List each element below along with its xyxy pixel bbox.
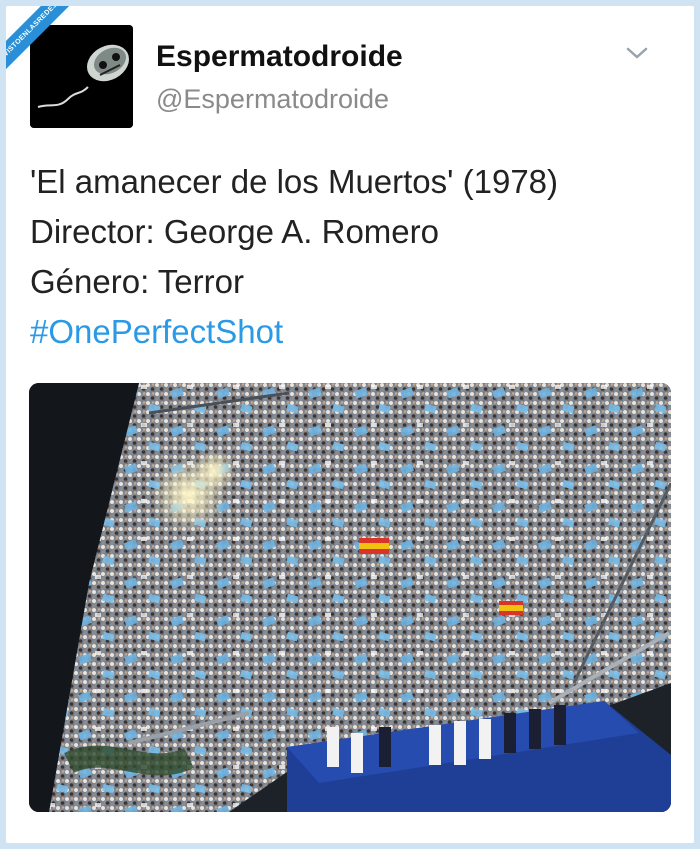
display-name[interactable]: Espermatodroide — [156, 40, 403, 74]
crowd-photo-image — [29, 383, 671, 812]
avatar[interactable] — [30, 25, 133, 128]
user-handle[interactable]: @Espermatodroide — [156, 84, 389, 115]
chevron-down-icon[interactable] — [625, 44, 649, 62]
tweet-line-title: 'El amanecer de los Muertos' (1978) — [30, 163, 559, 200]
sperm-skull-avatar-icon — [30, 25, 133, 128]
tweet-card: VISTOENLASREDES Espermatodroide @Esperma… — [6, 6, 694, 843]
tweet-line-director: Director: George A. Romero — [30, 213, 439, 250]
tweet-text: 'El amanecer de los Muertos' (1978) Dire… — [30, 157, 670, 357]
tweet-photo[interactable] — [29, 383, 671, 812]
hashtag-link[interactable]: #OnePerfectShot — [30, 307, 670, 357]
tweet-line-genre: Género: Terror — [30, 263, 244, 300]
